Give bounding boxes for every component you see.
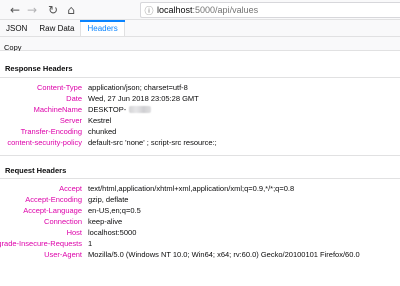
tab-headers[interactable]: Headers bbox=[80, 20, 125, 36]
back-arrow-icon[interactable]: ← bbox=[6, 2, 24, 18]
home-icon[interactable]: ⌂ bbox=[62, 2, 80, 18]
request-header-row: Upgrade-Insecure-Requests 1 bbox=[0, 239, 400, 249]
viewer-tabs: JSON Raw Data Headers bbox=[0, 20, 400, 37]
info-icon[interactable]: ⓘ bbox=[141, 4, 157, 17]
header-name: User-Agent bbox=[44, 250, 82, 259]
header-name: Host bbox=[66, 228, 82, 237]
header-name: Content-Type bbox=[36, 83, 82, 92]
header-value: keep-alive bbox=[88, 217, 123, 226]
request-header-row: User-Agent Mozilla/5.0 (Windows NT 10.0;… bbox=[0, 250, 400, 260]
request-header-row: Accept-Encoding gzip, deflate bbox=[0, 195, 400, 205]
header-value: Wed, 27 Jun 2018 23:05:28 GMT bbox=[88, 94, 199, 103]
request-header-row: Host localhost:5000 bbox=[0, 228, 400, 238]
forward-arrow-icon[interactable]: → bbox=[23, 2, 41, 18]
header-name: Upgrade-Insecure-Requests bbox=[0, 239, 82, 248]
response-header-row: Date Wed, 27 Jun 2018 23:05:28 GMT bbox=[0, 94, 400, 104]
header-value: Kestrel bbox=[88, 116, 112, 125]
divider bbox=[0, 155, 400, 156]
header-value: Mozilla/5.0 (Windows NT 10.0; Win64; x64… bbox=[88, 250, 360, 259]
header-value: default-src 'none' ; script-src resource… bbox=[88, 138, 217, 147]
divider bbox=[0, 178, 400, 179]
tab-json[interactable]: JSON bbox=[0, 20, 33, 36]
header-name: content-security-policy bbox=[7, 138, 82, 147]
url-bar[interactable]: ⓘ localhost:5000/api/values bbox=[140, 2, 400, 18]
header-name: Connection bbox=[44, 217, 82, 226]
headers-panel: Response Headers Content-Type applicatio… bbox=[0, 51, 400, 286]
reload-icon[interactable]: ↻ bbox=[44, 2, 62, 18]
response-header-row: Content-Type application/json; charset=u… bbox=[0, 83, 400, 93]
header-name: Date bbox=[66, 94, 82, 103]
request-header-row: Accept text/html,application/xhtml+xml,a… bbox=[0, 184, 400, 194]
header-value: 1 bbox=[88, 239, 93, 248]
header-name: MachineName bbox=[33, 105, 82, 114]
request-header-row: Connection keep-alive bbox=[0, 217, 400, 227]
url-host: localhost bbox=[157, 5, 193, 15]
response-header-row: Transfer-Encoding chunked bbox=[0, 127, 400, 137]
header-value: localhost:5000 bbox=[88, 228, 137, 237]
url-path: :5000/api/values bbox=[192, 5, 259, 15]
request-headers-title: Request Headers bbox=[5, 166, 67, 175]
response-header-row: content-security-policy default-src 'non… bbox=[0, 138, 400, 148]
header-value: text/html,application/xhtml+xml,applicat… bbox=[88, 184, 295, 193]
header-name: Accept bbox=[59, 184, 82, 193]
divider bbox=[0, 77, 400, 78]
response-header-row: Server Kestrel bbox=[0, 116, 400, 126]
header-value: chunked bbox=[88, 127, 117, 136]
browser-toolbar: ← → ↻ ⌂ ⓘ localhost:5000/api/values bbox=[0, 0, 400, 20]
header-name: Accept-Language bbox=[23, 206, 82, 215]
redacted-blur bbox=[129, 106, 152, 113]
viewer-subtoolbar: Copy bbox=[0, 37, 400, 52]
header-value: gzip, deflate bbox=[88, 195, 129, 204]
header-value: en-US,en;q=0.5 bbox=[88, 206, 141, 215]
header-name: Transfer-Encoding bbox=[20, 127, 82, 136]
header-value: application/json; charset=utf-8 bbox=[88, 83, 188, 92]
header-name: Accept-Encoding bbox=[25, 195, 82, 204]
header-name: Server bbox=[59, 116, 82, 125]
response-headers-title: Response Headers bbox=[5, 64, 73, 73]
header-value-wrapper: DESKTOP- bbox=[88, 105, 152, 115]
request-header-row: Accept-Language en-US,en;q=0.5 bbox=[0, 206, 400, 216]
header-value: DESKTOP- bbox=[88, 105, 127, 114]
tab-raw-data[interactable]: Raw Data bbox=[33, 20, 80, 36]
response-header-row: MachineName DESKTOP- bbox=[0, 105, 400, 115]
